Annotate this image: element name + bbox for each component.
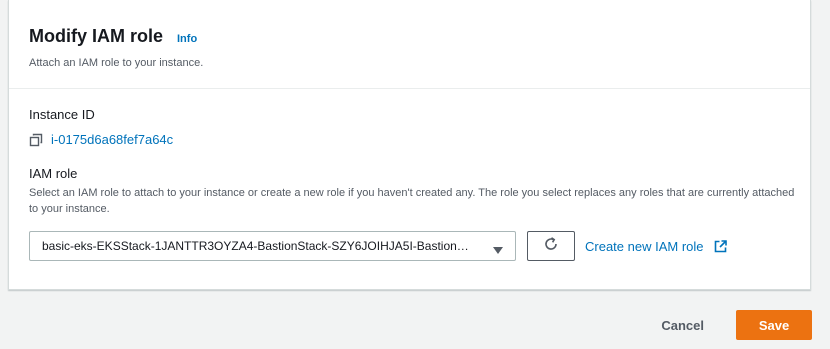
instance-id-row: i-0175d6a68fef7a64c bbox=[29, 132, 790, 147]
instance-id-link[interactable]: i-0175d6a68fef7a64c bbox=[51, 132, 173, 147]
title-row: Modify IAM role Info bbox=[29, 26, 790, 47]
modify-iam-role-panel: Modify IAM role Info Attach an IAM role … bbox=[8, 0, 811, 290]
iam-role-description: Select an IAM role to attach to your ins… bbox=[29, 187, 795, 215]
iam-role-select[interactable]: basic-eks-EKSStack-1JANTTR3OYZA4-Bastion… bbox=[29, 231, 516, 261]
iam-role-selected-value: basic-eks-EKSStack-1JANTTR3OYZA4-Bastion… bbox=[42, 239, 491, 253]
save-button[interactable]: Save bbox=[736, 310, 812, 340]
create-new-iam-role-link[interactable]: Create new IAM role bbox=[585, 239, 727, 254]
form-footer: Cancel Save bbox=[661, 310, 812, 340]
page-title: Modify IAM role bbox=[29, 26, 163, 46]
external-link-icon bbox=[714, 239, 727, 253]
iam-role-label: IAM role bbox=[29, 166, 78, 181]
panel-header: Modify IAM role Info Attach an IAM role … bbox=[9, 0, 810, 89]
info-link[interactable]: Info bbox=[177, 33, 197, 45]
iam-role-controls: basic-eks-EKSStack-1JANTTR3OYZA4-Bastion… bbox=[29, 231, 790, 261]
instance-id-label: Instance ID bbox=[29, 107, 95, 122]
refresh-icon bbox=[543, 236, 559, 257]
panel-subtitle: Attach an IAM role to your instance. bbox=[29, 57, 204, 69]
caret-down-icon bbox=[493, 242, 503, 254]
refresh-button[interactable] bbox=[527, 231, 575, 261]
cancel-button[interactable]: Cancel bbox=[661, 318, 704, 333]
copy-icon[interactable] bbox=[29, 133, 43, 147]
panel-body: Instance ID i-0175d6a68fef7a64c IAM role… bbox=[9, 89, 810, 261]
create-new-iam-role-label: Create new IAM role bbox=[585, 238, 704, 254]
